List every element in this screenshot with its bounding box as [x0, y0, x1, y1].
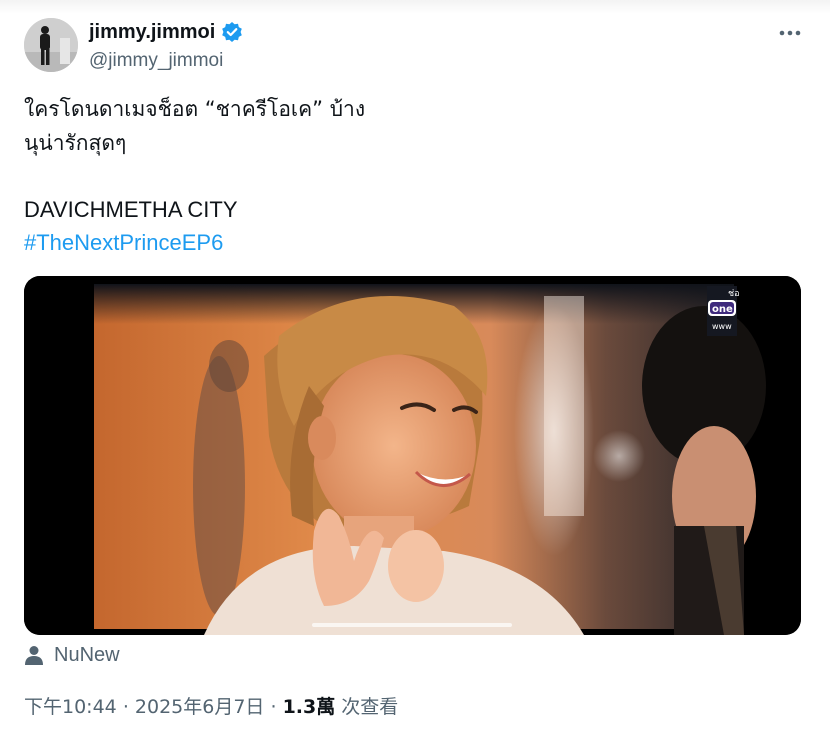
tweet-meta: 下午10:44 · 2025年6月7日 · 1.3萬 次查看	[24, 693, 398, 721]
meta-separator: ·	[270, 696, 277, 718]
tv-screen-photo: ช่อ one www	[24, 276, 801, 635]
author-handle[interactable]: @jimmy_jimmoi	[89, 49, 223, 73]
tagged-person-name: NuNew	[54, 644, 120, 666]
tweet-media-photo[interactable]: ช่อ one www	[24, 276, 801, 635]
channel-badge-logo: one	[712, 304, 733, 315]
person-photo-avatar-icon	[24, 18, 78, 72]
top-fade	[0, 0, 830, 14]
verified-badge-icon	[221, 21, 243, 43]
channel-badge-top: ช่อ	[728, 289, 740, 299]
more-horizontal-icon	[779, 30, 801, 36]
hashtag-link[interactable]: #TheNextPrinceEP6	[24, 229, 223, 257]
channel-badge-bottom: www	[712, 322, 732, 331]
avatar[interactable]	[24, 18, 78, 72]
views-label: 次查看	[341, 696, 399, 718]
tweet-date[interactable]: 2025年6月7日	[135, 696, 265, 718]
person-icon	[25, 646, 43, 665]
tagged-people[interactable]: NuNew	[24, 641, 120, 669]
tweet-text-line-2: นุน่ารักสุดๆ	[24, 131, 127, 155]
tweet-time[interactable]: 下午10:44	[24, 696, 117, 718]
author-name-row: jimmy.jimmoi	[89, 19, 243, 45]
tweet-text-line-3: DAVICHMETHA CITY	[24, 197, 238, 222]
more-button[interactable]	[776, 20, 804, 46]
author-display-name[interactable]: jimmy.jimmoi	[89, 19, 215, 45]
views-count[interactable]: 1.3萬	[283, 696, 336, 718]
tweet: jimmy.jimmoi @jimmy_jimmoi ใครโดนดาเมจช็…	[0, 0, 830, 733]
meta-separator: ·	[122, 696, 129, 718]
tweet-text-line-1: ใครโดนดาเมจช็อต “ชาครีโอเค” บ้าง	[24, 97, 366, 121]
